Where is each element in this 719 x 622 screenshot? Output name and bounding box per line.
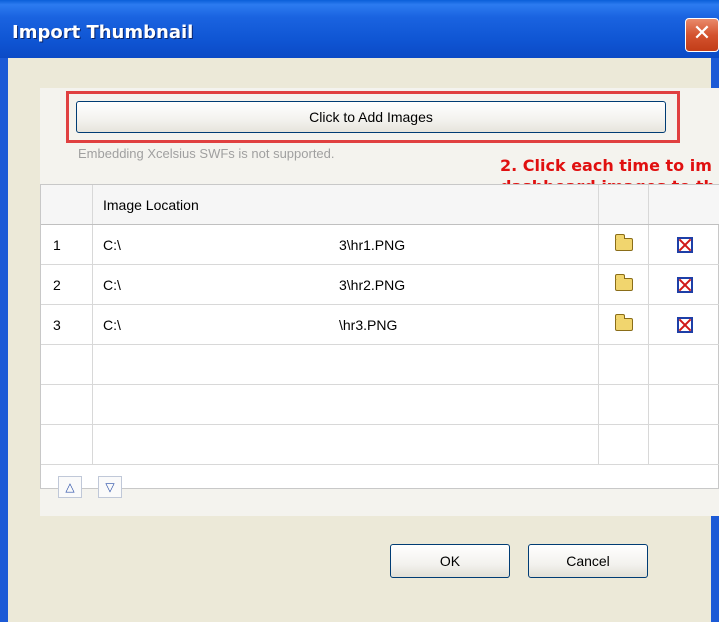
- move-up-button[interactable]: △: [58, 476, 82, 498]
- delete-icon[interactable]: [676, 236, 693, 253]
- delete-icon[interactable]: [676, 276, 693, 293]
- window-frame-left: [0, 58, 8, 622]
- table-row[interactable]: 2 C:\ 3\hr2.PNG: [41, 265, 719, 305]
- window-title: Import Thumbnail: [12, 22, 194, 43]
- empty-cell: [93, 425, 599, 464]
- empty-row: [41, 425, 719, 465]
- empty-cell: [41, 345, 93, 384]
- table-row[interactable]: 3 C:\ \hr3.PNG: [41, 305, 719, 345]
- path-prefix: C:\: [103, 276, 121, 293]
- open-cell: [599, 265, 649, 304]
- empty-row: [41, 385, 719, 425]
- title-bar: Import Thumbnail ✕: [0, 0, 719, 58]
- image-table: Image Location 1 C:\ 3\hr1.PNG 2 C:\ 3\h…: [40, 184, 719, 489]
- folder-icon[interactable]: [614, 314, 633, 331]
- open-cell: [599, 305, 649, 344]
- swf-note: Embedding Xcelsius SWFs is not supported…: [78, 146, 335, 161]
- path-prefix: C:\: [103, 316, 121, 333]
- empty-cell: [599, 345, 649, 384]
- row-index: 1: [41, 225, 93, 264]
- delete-icon[interactable]: [676, 316, 693, 333]
- empty-cell: [93, 385, 599, 424]
- empty-cell: [599, 425, 649, 464]
- empty-cell: [599, 385, 649, 424]
- header-index: [41, 185, 93, 224]
- empty-cell: [649, 385, 719, 424]
- path-file: \hr3.PNG: [339, 316, 398, 333]
- delete-cell: [649, 265, 719, 304]
- image-location-cell[interactable]: C:\ 3\hr1.PNG: [93, 225, 599, 264]
- move-down-button[interactable]: ▽: [98, 476, 122, 498]
- empty-row: [41, 345, 719, 385]
- annotation-line-1: 2. Click each time to im: [500, 156, 712, 175]
- row-index: 3: [41, 305, 93, 344]
- empty-cell: [41, 385, 93, 424]
- ok-button[interactable]: OK: [390, 544, 510, 578]
- delete-cell: [649, 225, 719, 264]
- path-file: 3\hr1.PNG: [339, 236, 406, 253]
- path-file: 3\hr2.PNG: [339, 276, 406, 293]
- empty-cell: [649, 425, 719, 464]
- dialog-body: Click to Add Images Embedding Xcelsius S…: [8, 58, 719, 622]
- row-index: 2: [41, 265, 93, 304]
- image-location-cell[interactable]: C:\ 3\hr2.PNG: [93, 265, 599, 304]
- close-button[interactable]: ✕: [685, 18, 719, 52]
- header-image-location: Image Location: [93, 185, 599, 224]
- table-row[interactable]: 1 C:\ 3\hr1.PNG: [41, 225, 719, 265]
- empty-cell: [93, 345, 599, 384]
- image-location-cell[interactable]: C:\ \hr3.PNG: [93, 305, 599, 344]
- cancel-button[interactable]: Cancel: [528, 544, 648, 578]
- folder-icon[interactable]: [614, 234, 633, 251]
- folder-icon[interactable]: [614, 274, 633, 291]
- table-header: Image Location: [41, 185, 719, 225]
- delete-cell: [649, 305, 719, 344]
- add-images-button[interactable]: Click to Add Images: [76, 101, 666, 133]
- empty-cell: [41, 425, 93, 464]
- open-cell: [599, 225, 649, 264]
- images-panel: Click to Add Images Embedding Xcelsius S…: [40, 88, 719, 516]
- empty-cell: [649, 345, 719, 384]
- header-open: [599, 185, 649, 224]
- header-delete: [649, 185, 719, 224]
- path-prefix: C:\: [103, 236, 121, 253]
